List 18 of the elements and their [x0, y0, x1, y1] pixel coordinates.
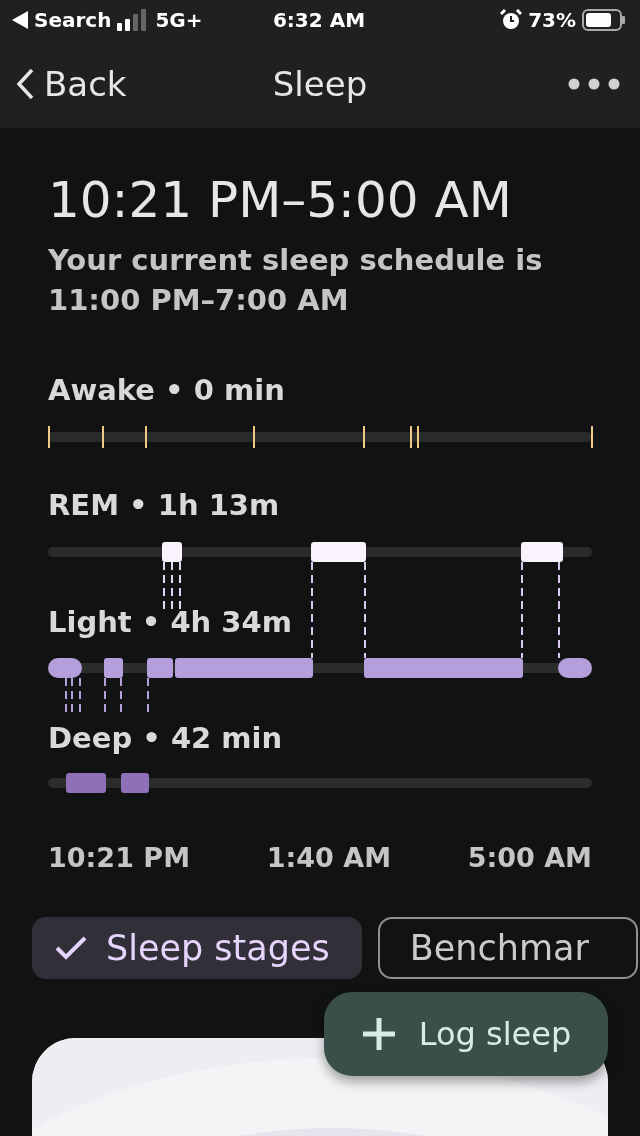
- stage-label: Deep • 42 min: [48, 720, 283, 756]
- back-button[interactable]: Back: [16, 64, 273, 104]
- stage-label: Awake • 0 min: [48, 372, 285, 408]
- clock: 6:32 AM: [272, 8, 366, 32]
- stage-label: REM • 1h 13m: [48, 487, 280, 523]
- sleep-time-range: 10:21 PM–5:00 AM: [48, 170, 513, 231]
- stage-label: Light • 4h 34m: [48, 604, 292, 640]
- filter-chip[interactable]: Sleep stages: [32, 917, 362, 979]
- log-sleep-button[interactable]: Log sleep: [324, 992, 608, 1076]
- axis-label: 10:21 PM: [48, 842, 190, 873]
- network-label: 5G+: [155, 8, 203, 32]
- axis-label: 5:00 AM: [467, 842, 592, 873]
- axis-label: 1:40 AM: [266, 842, 391, 873]
- battery-percent: 73%: [528, 8, 576, 32]
- schedule-text: Your current sleep schedule is 11:00 PM–7:00 AM: [48, 242, 544, 319]
- back-app-label[interactable]: Search: [34, 8, 112, 32]
- page-title: Sleep: [272, 64, 368, 104]
- filter-chip[interactable]: Benchmar: [377, 917, 638, 979]
